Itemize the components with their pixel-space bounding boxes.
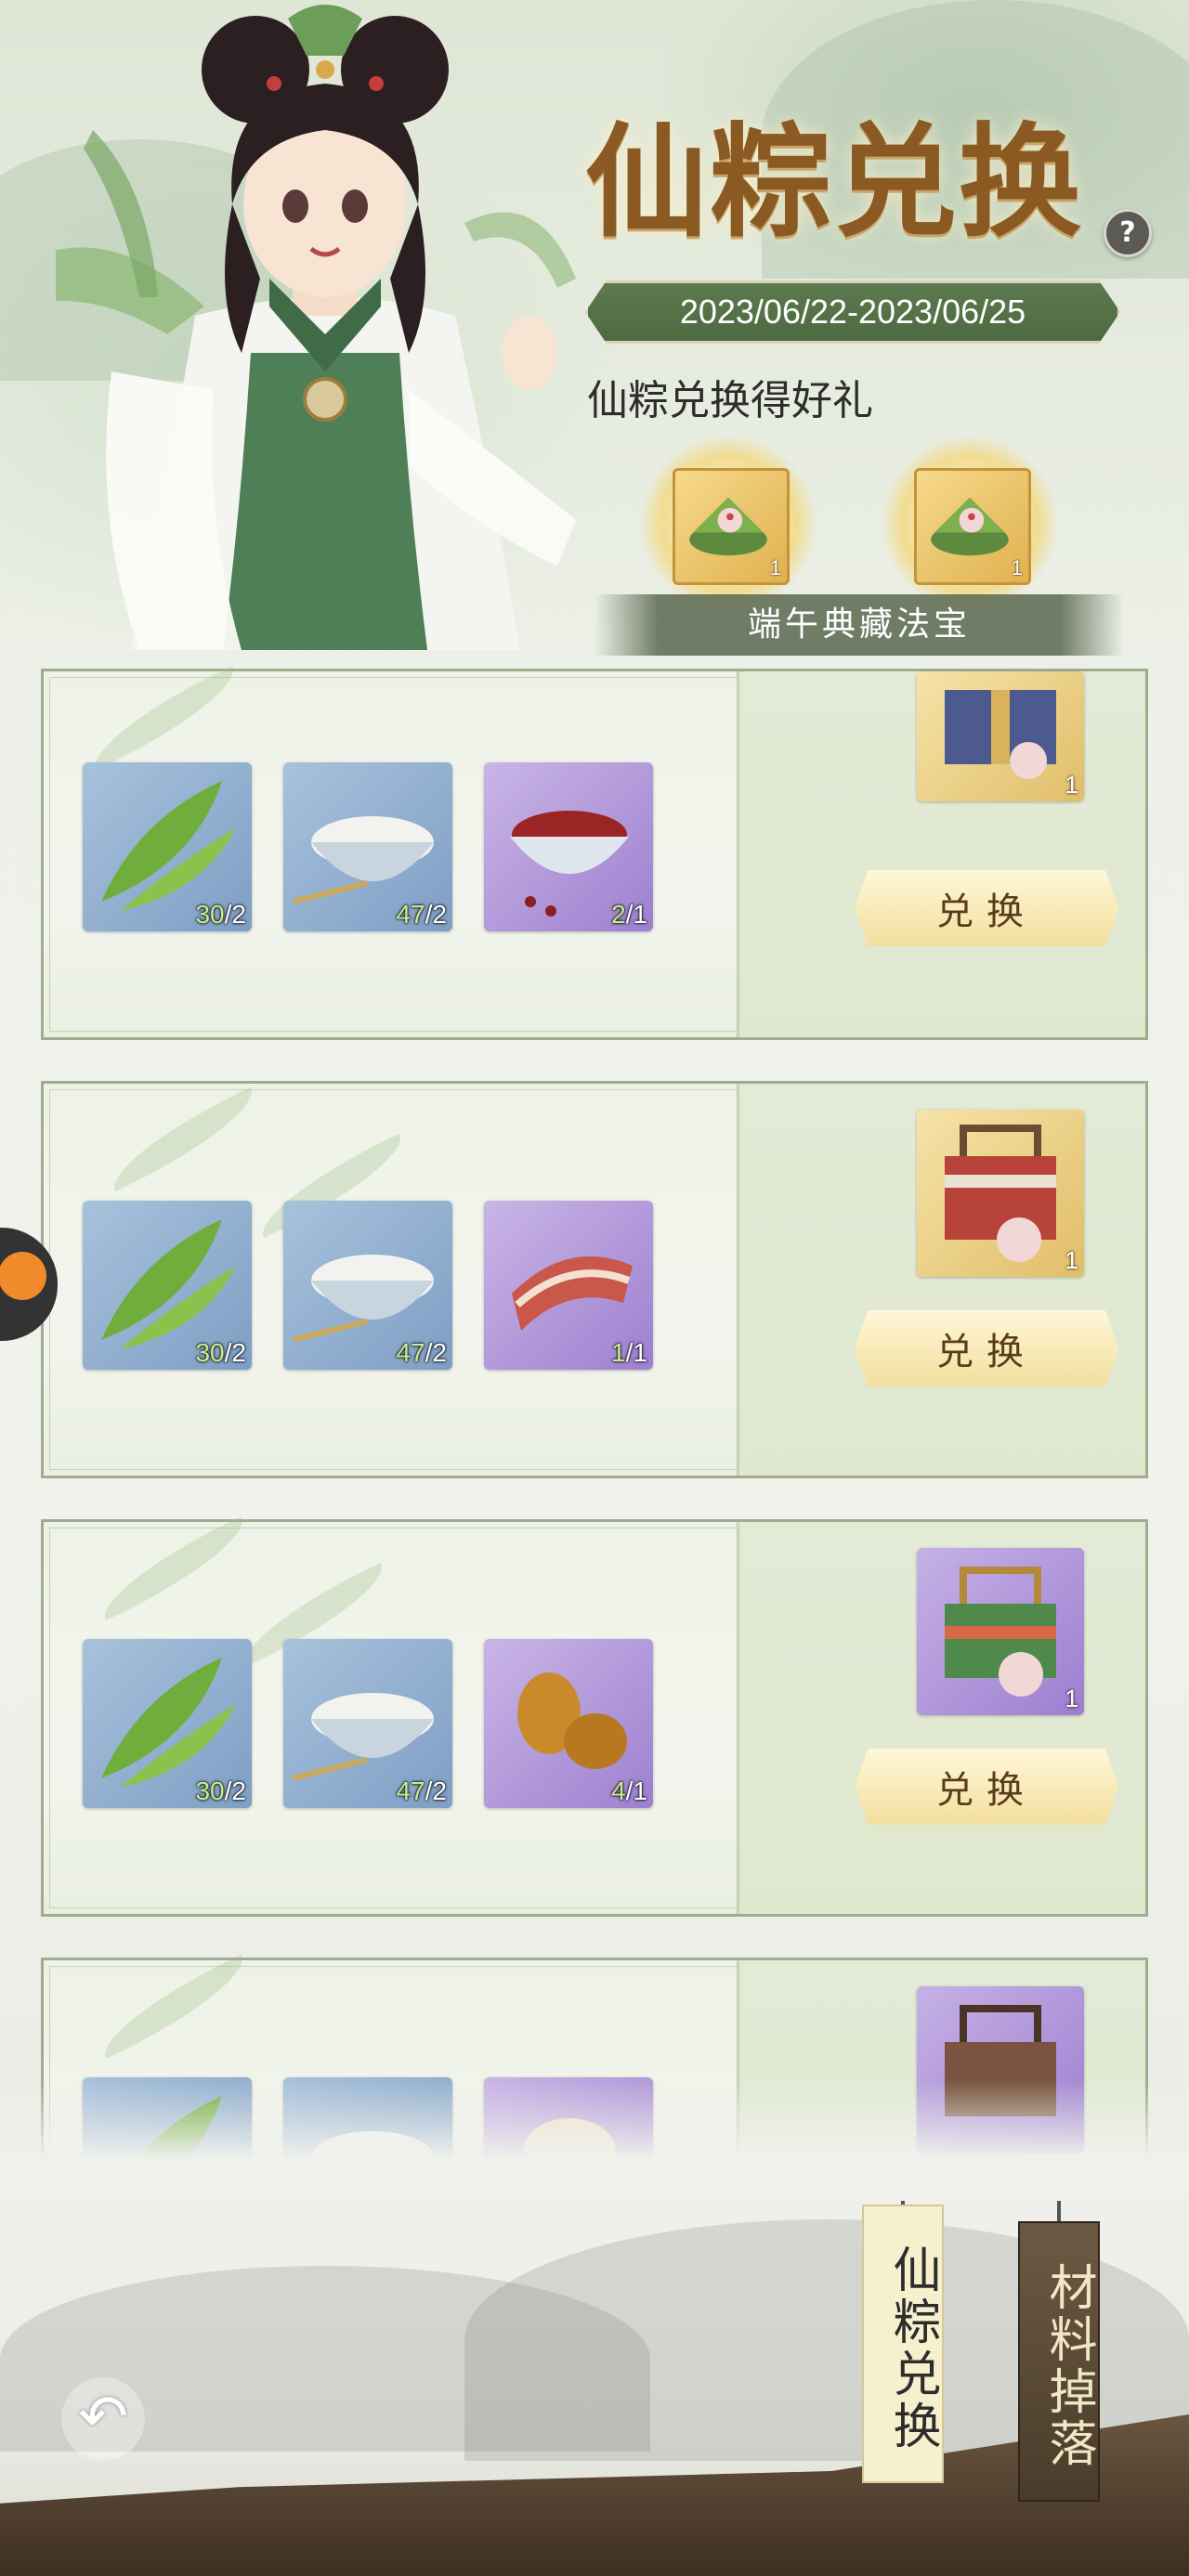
blue-gift-box-icon	[945, 690, 1056, 779]
zongzi-treasure-icon: 1	[914, 468, 1031, 585]
material-slot[interactable]: 4/1	[484, 1639, 653, 1808]
reward-label: 端午典藏法宝	[594, 594, 1124, 656]
back-arrow-icon: ↶	[78, 2383, 128, 2452]
event-title: 仙粽兑换	[585, 111, 1083, 254]
leaf-decoration	[89, 1516, 258, 1621]
reward-count: 1	[769, 556, 781, 579]
prize-slot[interactable]: 1	[917, 671, 1084, 801]
event-date-range: 2023/06/22-2023/06/25	[585, 280, 1120, 344]
material-slot[interactable]: 30/2	[83, 762, 252, 931]
material-count: 30/2	[195, 1338, 246, 1367]
material-slot[interactable]: 30/2	[83, 1201, 252, 1370]
exchange-card: 30/2 47/2 4/1 1 兑换	[41, 1516, 1148, 1917]
material-slot[interactable]: 47/2	[283, 762, 452, 931]
material-slot[interactable]: 47/2	[283, 1201, 452, 1370]
exchange-button[interactable]: 兑换	[855, 1310, 1118, 1386]
material-count: 47/2	[396, 1338, 447, 1367]
tab-material-drop[interactable]: 材料掉落	[1018, 2221, 1100, 2502]
leaf-decoration	[80, 665, 249, 771]
reward-item[interactable]: 1	[882, 436, 1057, 611]
reward-item[interactable]: 1	[641, 436, 816, 611]
material-slot[interactable]: 2/1	[484, 762, 653, 931]
help-button[interactable]: ?	[1104, 209, 1152, 257]
prize-count: 1	[1065, 771, 1078, 799]
exchange-button[interactable]: 兑换	[855, 870, 1118, 946]
prize-count: 1	[1065, 1685, 1078, 1712]
prize-slot[interactable]: 1	[917, 1110, 1084, 1277]
material-count: 30/2	[195, 900, 246, 929]
material-slot[interactable]: 47/2	[283, 1639, 452, 1808]
prize-count: 1	[1065, 1246, 1078, 1274]
exchange-button[interactable]: 兑换	[855, 1749, 1118, 1825]
material-count: 2/1	[611, 900, 647, 929]
exchange-card: 30/2 47/2 1/1 1 兑换	[41, 1081, 1148, 1478]
reward-heading: 仙粽兑换得好礼	[587, 377, 873, 424]
material-count: 4/1	[611, 1776, 647, 1805]
reward-count: 1	[1011, 556, 1023, 579]
tab-xianzong-exchange[interactable]: 仙粽兑换	[862, 2205, 944, 2483]
material-slot[interactable]: 30/2	[83, 1639, 252, 1808]
zongzi-treasure-icon: 1	[673, 468, 790, 585]
prize-slot[interactable]: 1	[917, 1548, 1084, 1715]
material-slot[interactable]: 1/1	[484, 1201, 653, 1370]
material-count: 47/2	[396, 900, 447, 929]
exchange-card: 30/2 47/2 2/1 1 兑换	[41, 665, 1148, 1040]
back-button[interactable]: ↶	[61, 2377, 145, 2461]
material-count: 47/2	[396, 1776, 447, 1805]
green-gift-box-icon	[945, 1567, 1056, 1697]
pet-icon	[0, 1252, 46, 1300]
red-gift-box-icon	[945, 1125, 1056, 1262]
material-count: 30/2	[195, 1776, 246, 1805]
event-banner: 仙粽兑换 ? 2023/06/22-2023/06/25 仙粽兑换得好礼 1 1…	[0, 0, 1189, 715]
material-count: 1/1	[611, 1338, 647, 1367]
character-illustration	[56, 5, 576, 650]
leaf-decoration	[98, 1086, 268, 1192]
leaf-decoration	[89, 1954, 258, 2060]
